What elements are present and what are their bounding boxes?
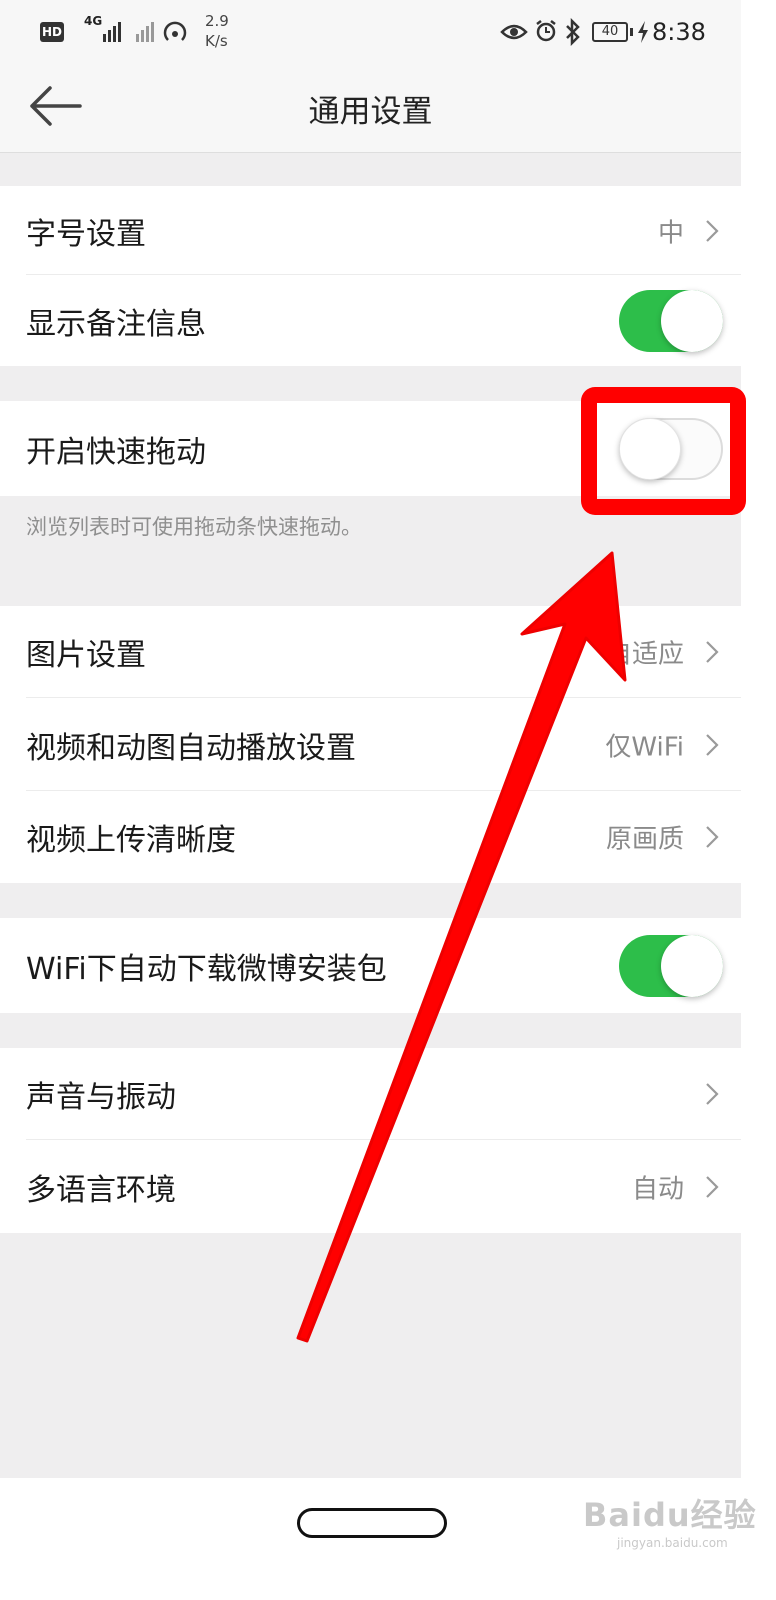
watermark-url: jingyan.baidu.com [617, 1536, 728, 1550]
annotation-arrow-icon [296, 551, 627, 1343]
baidu-watermark: Baidu经验 jingyan.baidu.com [583, 1490, 757, 1550]
watermark-main: Baidu经验 [583, 1496, 757, 1534]
